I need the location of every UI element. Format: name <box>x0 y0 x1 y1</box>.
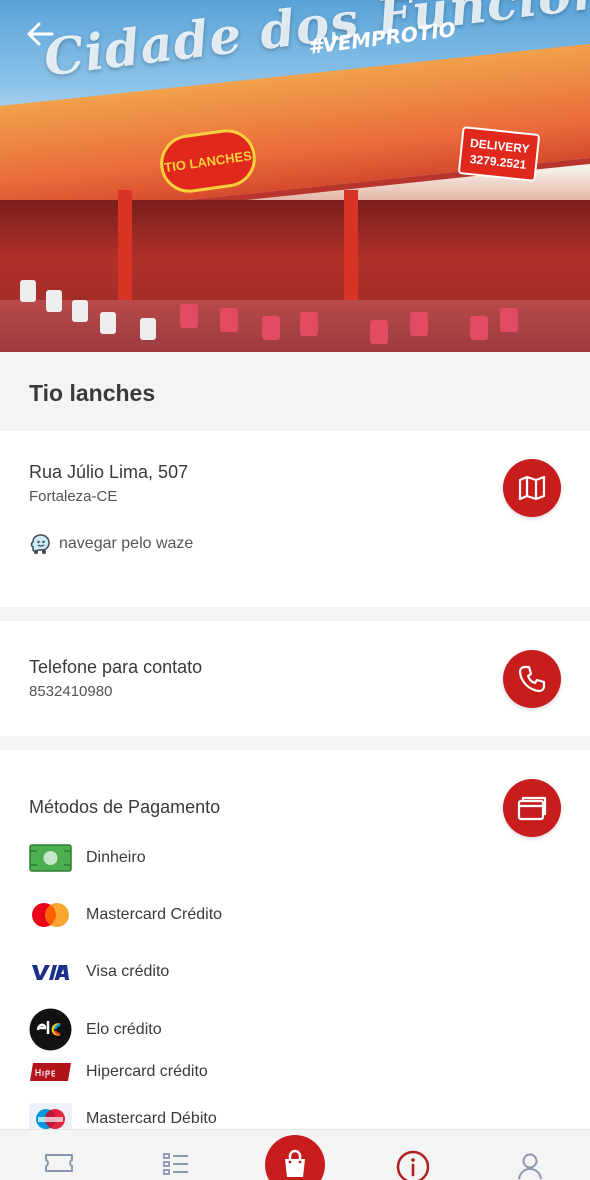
payment-title: Métodos de Pagamento <box>29 797 221 817</box>
phone-label: Telefone para contato <box>29 657 203 677</box>
chair <box>140 318 156 340</box>
ticket-icon <box>45 1154 73 1172</box>
list-icon <box>163 1153 188 1175</box>
phone-card: Telefone para contato 8532410980 <box>0 621 590 736</box>
elo-icon <box>29 1008 72 1051</box>
store-name: Tio lanches <box>29 380 156 406</box>
payment-method-label: Elo crédito <box>86 1020 162 1038</box>
wallet-button[interactable] <box>503 779 561 837</box>
hipercard-icon <box>29 1061 72 1083</box>
payment-method-row: Visa crédito <box>29 956 169 988</box>
chair <box>262 316 280 340</box>
phone-icon <box>518 665 546 693</box>
cash-icon <box>29 842 72 874</box>
chair <box>470 316 488 340</box>
chair <box>300 312 318 336</box>
chair <box>72 300 88 322</box>
chair <box>100 312 116 334</box>
store-header: Tio lanches <box>0 352 590 430</box>
call-button[interactable] <box>503 650 561 708</box>
payment-method-label: Mastercard Débito <box>86 1110 217 1127</box>
chair <box>20 280 36 302</box>
phone-number: 8532410980 <box>29 683 113 700</box>
waze-link[interactable]: navegar pelo waze <box>29 533 193 555</box>
map-icon <box>518 475 546 501</box>
nav-tickets[interactable] <box>39 1152 79 1180</box>
payment-method-row: Mastercard Crédito <box>29 899 222 931</box>
address-city: Fortaleza-CE <box>29 488 118 505</box>
nav-info[interactable] <box>393 1150 433 1180</box>
payment-method-row: Hipercard crédito <box>29 1061 208 1083</box>
payment-method-label: Dinheiro <box>86 849 146 866</box>
payment-card: Métodos de Pagamento Dinheiro Mastercard… <box>0 750 590 1180</box>
payment-method-label: Hipercard crédito <box>86 1063 208 1080</box>
info-icon <box>396 1150 430 1180</box>
mastercard-icon <box>29 899 72 931</box>
map-button[interactable] <box>503 459 561 517</box>
payment-method-label: Visa crédito <box>86 963 170 980</box>
store-photo: TIO LANCHES DELIVERY 3279.2521 Cidade do… <box>0 0 590 352</box>
chair <box>500 308 518 332</box>
arrow-left-icon <box>27 22 54 46</box>
nav-menu[interactable] <box>156 1152 196 1180</box>
chair <box>220 308 238 332</box>
chair <box>410 312 428 336</box>
chair <box>370 320 388 344</box>
user-icon <box>518 1153 542 1180</box>
chair <box>180 304 198 328</box>
address-card: Rua Júlio Lima, 507 Fortaleza-CE navegar… <box>0 431 590 607</box>
payment-method-row: Elo crédito <box>29 1008 162 1051</box>
delivery-sign: DELIVERY 3279.2521 <box>457 126 541 182</box>
visa-icon <box>29 956 72 988</box>
payment-method-row: Dinheiro <box>29 842 146 874</box>
payment-method-label: Mastercard Crédito <box>86 906 223 923</box>
address-street: Rua Júlio Lima, 507 <box>29 462 189 482</box>
chair <box>46 290 62 312</box>
bag-icon <box>285 1149 305 1177</box>
back-button[interactable] <box>22 18 58 50</box>
waze-label: navegar pelo waze <box>59 535 194 552</box>
waze-icon <box>30 534 50 554</box>
nav-profile[interactable] <box>510 1152 550 1180</box>
wallet-icon <box>517 796 547 821</box>
